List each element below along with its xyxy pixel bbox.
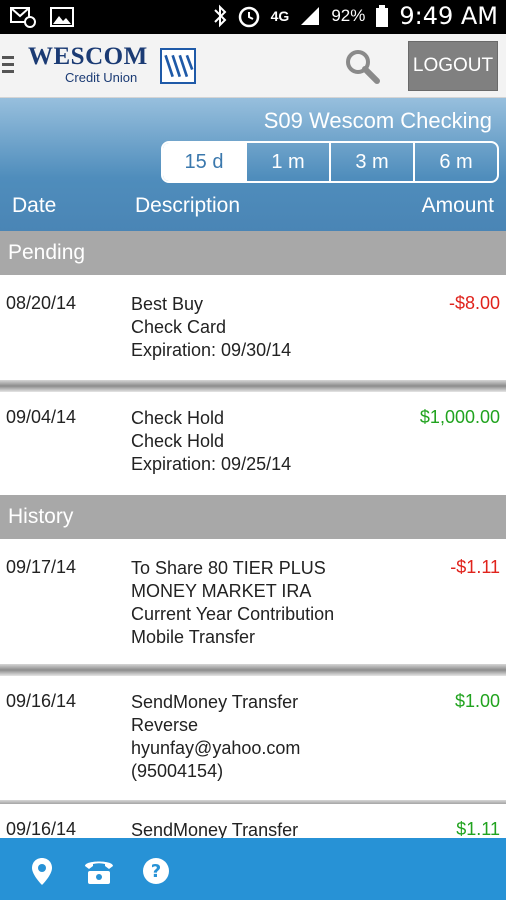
transaction-description: Check Hold Check Hold Expiration: 09/25/…	[131, 407, 291, 476]
transaction-date: 08/20/14	[6, 293, 77, 313]
description-column-header: Description	[135, 194, 241, 217]
description-line: Check Hold	[131, 431, 225, 451]
menu-icon[interactable]	[2, 56, 14, 77]
bottom-nav-bar: ?	[0, 838, 506, 900]
date-range-selector: 15 d 1 m 3 m 6 m	[161, 141, 499, 183]
description-line: Expiration: 09/30/14	[131, 340, 292, 360]
description-line: Expiration: 09/25/14	[131, 454, 292, 474]
mail-notification-icon	[10, 7, 36, 28]
row-divider	[0, 380, 506, 392]
history-section-header: History	[0, 495, 506, 539]
wescom-logo: WESCOM Credit Union	[28, 43, 148, 86]
pending-section-header: Pending	[0, 231, 506, 275]
description-line: (95004154)	[131, 761, 224, 781]
transaction-amount: $1.00	[454, 691, 500, 711]
signal-icon	[301, 7, 320, 25]
bluetooth-icon	[213, 4, 227, 28]
logout-button[interactable]: LOGOUT	[408, 41, 498, 91]
description-line: SendMoney Transfer	[131, 820, 299, 838]
account-name[interactable]: S09 Wescom Checking	[264, 108, 492, 134]
transaction-description: SendMoney Transfer Reverse hyunfay@yahoo…	[131, 691, 300, 783]
transaction-description: To Share 80 TIER PLUS MONEY MARKET IRA C…	[131, 557, 334, 649]
account-header: S09 Wescom Checking 15 d 1 m 3 m 6 m Dat…	[0, 98, 506, 231]
transaction-date: 09/17/14	[6, 557, 77, 577]
description-line: hyunfay@yahoo.com	[131, 738, 301, 758]
description-line: MONEY MARKET IRA	[131, 581, 312, 601]
logo-subtitle: Credit Union	[65, 70, 138, 85]
range-3m-tab[interactable]: 3 m	[329, 143, 413, 181]
battery-percent: 92%	[331, 6, 366, 25]
transaction-amount: $1,000.00	[419, 407, 500, 427]
transaction-row[interactable]: 09/16/14 SendMoney Transfer $1.11	[0, 804, 506, 838]
transaction-description: SendMoney Transfer	[131, 819, 298, 838]
clock: 9:49 AM	[399, 2, 498, 30]
phone-icon[interactable]	[82, 856, 116, 886]
row-divider	[0, 664, 506, 676]
transaction-date: 09/04/14	[6, 407, 77, 427]
amount-column-header: Amount	[421, 194, 494, 217]
range-1m-tab[interactable]: 1 m	[245, 143, 329, 181]
description-line: Best Buy	[131, 294, 204, 314]
range-15d-tab[interactable]: 15 d	[163, 143, 245, 181]
range-6m-tab[interactable]: 6 m	[413, 143, 497, 181]
svg-text:?: ?	[151, 861, 161, 882]
description-line: Reverse	[131, 715, 199, 735]
location-pin-icon[interactable]	[28, 856, 56, 886]
transaction-row[interactable]: 09/04/14 Check Hold Check Hold Expiratio…	[0, 392, 506, 492]
transaction-row[interactable]: 08/20/14 Best Buy Check Card Expiration:…	[0, 278, 506, 380]
transaction-description: Best Buy Check Card Expiration: 09/30/14	[131, 293, 291, 362]
description-line: Current Year Contribution	[131, 604, 335, 624]
transaction-row[interactable]: 09/17/14 To Share 80 TIER PLUS MONEY MAR…	[0, 542, 506, 664]
date-column-header: Date	[12, 194, 57, 217]
description-line: Check Hold	[131, 408, 225, 428]
notification-icons	[10, 6, 74, 28]
description-line: To Share 80 TIER PLUS	[131, 558, 326, 578]
battery-icon	[376, 5, 389, 27]
network-type: 4G	[270, 8, 290, 24]
logo-name: WESCOM	[28, 43, 148, 70]
description-line: SendMoney Transfer	[131, 692, 299, 712]
transaction-amount: -$8.00	[448, 293, 500, 313]
transaction-amount: -$1.11	[450, 557, 500, 577]
transaction-row[interactable]: 09/16/14 SendMoney Transfer Reverse hyun…	[0, 676, 506, 800]
status-bar: 4G 92% 9:49 AM	[0, 0, 506, 34]
description-line: Mobile Transfer	[131, 627, 256, 647]
search-icon[interactable]	[344, 48, 380, 84]
alarm-icon	[238, 6, 259, 28]
app-header: WESCOM Credit Union LOGOUT	[0, 34, 506, 98]
transaction-amount: $1.11	[456, 819, 500, 838]
image-notification-icon	[50, 7, 74, 27]
transaction-date: 09/16/14	[6, 691, 77, 711]
description-line: Check Card	[131, 317, 227, 337]
logo-mark-icon	[160, 48, 196, 84]
transaction-date: 09/16/14	[6, 819, 77, 838]
help-icon[interactable]: ?	[141, 856, 171, 886]
